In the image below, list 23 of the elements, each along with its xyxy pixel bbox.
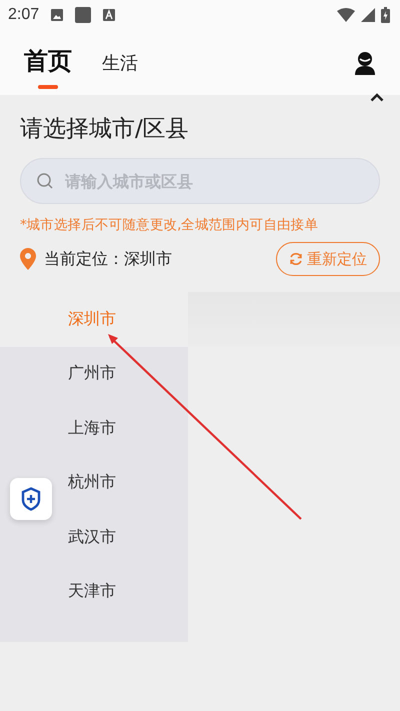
city-item[interactable]: 广州市 [0, 346, 188, 401]
city-item[interactable]: 武汉市 [0, 510, 188, 564]
location-pin-icon [20, 248, 36, 270]
keyboard-icon [103, 9, 116, 21]
city-item[interactable]: 杭州市 [0, 456, 188, 510]
nav-tab[interactable]: 首页 [24, 38, 72, 86]
status-time: 2:07 [8, 6, 40, 24]
current-location: 当前定位：深圳市 [44, 248, 173, 270]
shield-plus-icon [21, 487, 41, 511]
city-item[interactable]: 上海市 [0, 401, 188, 456]
user-icon[interactable] [354, 50, 376, 74]
square-icon [75, 7, 92, 23]
notice-text: *城市选择后不可随意更改,全城范围内可自由接单 [20, 216, 320, 234]
collapse-icon[interactable] [370, 93, 384, 102]
city-item[interactable]: 天津市 [0, 564, 188, 619]
panel-title: 请选择城市/区县 [20, 115, 190, 144]
signal-icon [361, 8, 375, 22]
refresh-icon [289, 252, 303, 266]
wifi-icon [337, 8, 355, 22]
image-icon [51, 9, 64, 21]
shield-button[interactable] [10, 478, 52, 520]
nav-tab[interactable]: 生活 [102, 44, 138, 80]
battery-icon [381, 7, 390, 23]
